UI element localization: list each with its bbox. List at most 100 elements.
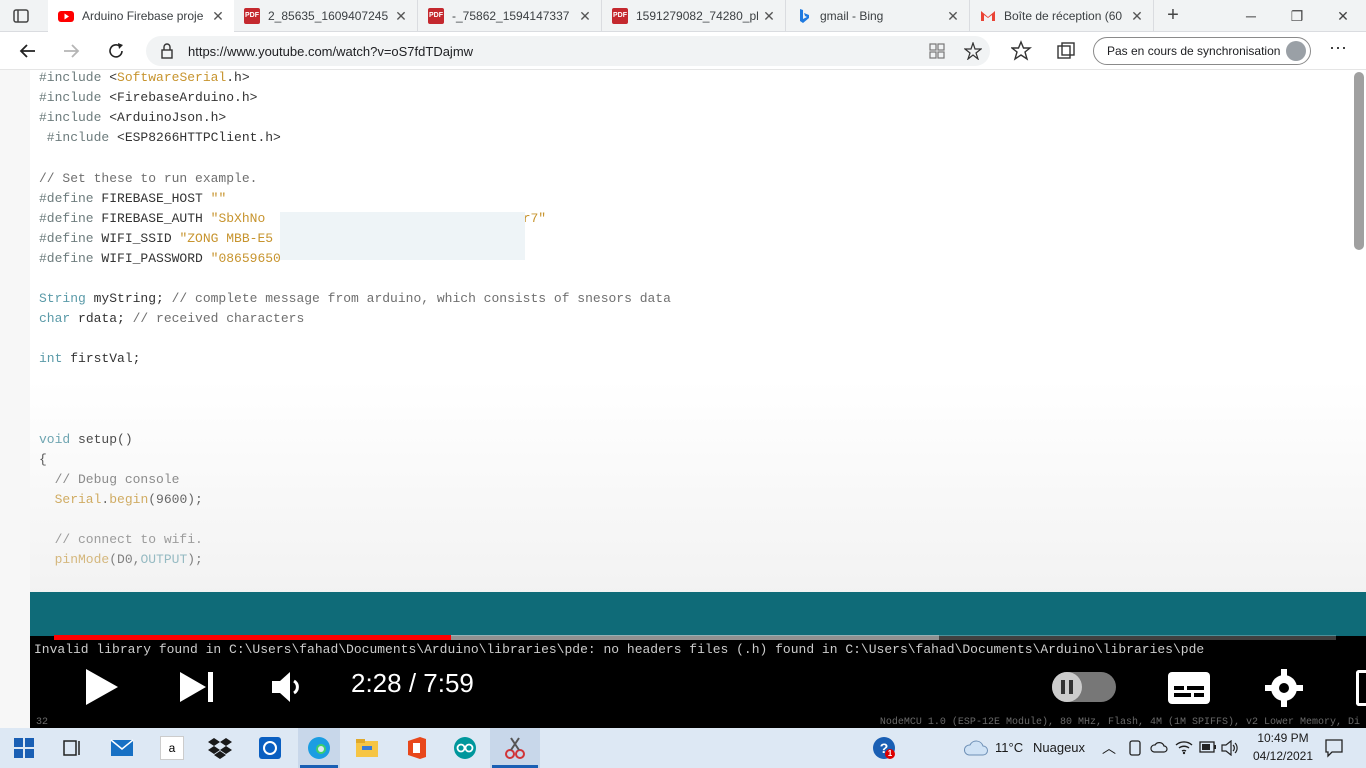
mail-icon[interactable] bbox=[110, 736, 134, 760]
code-token: char bbox=[39, 311, 79, 327]
pdf-icon: PDF bbox=[244, 8, 260, 24]
code-line: char rdata; // received characters bbox=[39, 311, 304, 326]
notification-icon[interactable] bbox=[1324, 738, 1344, 758]
code-line: #include <SoftwareSerial.h> bbox=[39, 70, 250, 85]
help-badge: 1 bbox=[885, 749, 895, 759]
close-window-button[interactable]: ✕ bbox=[1320, 0, 1366, 32]
wifi-icon[interactable] bbox=[1175, 739, 1193, 755]
clock-time[interactable]: 10:49 PM bbox=[1253, 731, 1313, 745]
ide-console: Invalid library found in C:\Users\fahad\… bbox=[30, 636, 1366, 728]
code-token: #define bbox=[39, 230, 102, 246]
office-icon[interactable] bbox=[405, 736, 429, 760]
tab-actions-icon[interactable] bbox=[12, 7, 30, 25]
tab-pdf-1[interactable]: PDF 2_85635_1609407245 ✕ bbox=[234, 0, 418, 32]
tab-label: 2_85635_1609407245 bbox=[268, 9, 389, 23]
code-token: // complete message from arduino, which … bbox=[171, 291, 671, 307]
page-left-margin bbox=[0, 70, 30, 728]
settings-gear-icon[interactable] bbox=[1264, 668, 1304, 708]
code-token: #include bbox=[39, 130, 118, 146]
close-icon[interactable]: ✕ bbox=[575, 8, 595, 25]
favorites-icon[interactable] bbox=[1011, 40, 1033, 62]
code-token: <FirebaseArduino.h> bbox=[109, 90, 258, 106]
next-icon[interactable] bbox=[178, 670, 216, 704]
video-progress-bar[interactable] bbox=[54, 635, 1336, 640]
code-token: #define bbox=[39, 210, 102, 226]
code-token: firstVal; bbox=[70, 351, 141, 367]
minimize-button[interactable]: ─ bbox=[1228, 0, 1274, 32]
forward-icon[interactable] bbox=[60, 40, 82, 62]
code-token: #define bbox=[39, 250, 102, 266]
autoplay-toggle[interactable] bbox=[1052, 672, 1116, 702]
file-explorer-icon[interactable] bbox=[355, 736, 379, 760]
pause-icon bbox=[1069, 680, 1073, 694]
close-icon[interactable]: ✕ bbox=[391, 8, 411, 25]
refresh-icon[interactable] bbox=[105, 40, 127, 62]
dropbox-icon[interactable] bbox=[208, 736, 232, 760]
app-square-icon[interactable] bbox=[258, 736, 282, 760]
video-player[interactable]: #include <SoftwareSerial.h> #include <Fir… bbox=[30, 70, 1366, 728]
tab-label: -_75862_1594147337 bbox=[452, 9, 570, 23]
cloudy-weather-icon[interactable] bbox=[963, 739, 989, 757]
code-token: #include bbox=[39, 70, 110, 85]
device-icon[interactable] bbox=[1128, 740, 1142, 756]
back-icon[interactable] bbox=[17, 40, 39, 62]
add-favorite-icon[interactable] bbox=[964, 42, 982, 60]
page-scrollbar[interactable] bbox=[1354, 72, 1364, 250]
arduino-icon[interactable] bbox=[453, 736, 477, 760]
code-token: #include bbox=[39, 110, 110, 126]
code-token: < bbox=[109, 70, 118, 85]
edge-browser-icon[interactable] bbox=[307, 736, 331, 760]
chevron-up-icon[interactable]: ︿ bbox=[1102, 738, 1116, 758]
tab-bing[interactable]: gmail - Bing ✕ bbox=[786, 0, 970, 32]
code-line: // Set these to run example. bbox=[39, 171, 257, 186]
code-token: #define bbox=[39, 190, 102, 206]
code-line: #include <FirebaseArduino.h> bbox=[39, 90, 257, 105]
code-token: "ZONG MBB-E5 bbox=[179, 230, 274, 246]
snipping-tool-icon[interactable] bbox=[503, 736, 527, 760]
task-view-icon[interactable] bbox=[60, 736, 84, 760]
amazon-icon[interactable]: a bbox=[160, 736, 184, 760]
battery-icon[interactable] bbox=[1199, 741, 1217, 753]
bing-icon bbox=[800, 9, 809, 23]
code-line: #include <ESP8266HTTPClient.h> bbox=[39, 130, 281, 145]
help-icon[interactable]: ? 1 bbox=[873, 737, 895, 759]
clock-date[interactable]: 04/12/2021 bbox=[1249, 749, 1317, 763]
address-bar[interactable]: https://www.youtube.com/watch?v=oS7fdTDa… bbox=[146, 36, 990, 66]
tab-gmail[interactable]: Boîte de réception (60 ✕ bbox=[970, 0, 1154, 32]
console-line-number: 32 bbox=[36, 717, 49, 728]
tab-label: 1591279082_74280_pl bbox=[636, 9, 759, 23]
code-line: #define WIFI_PASSWORD "08659650" bbox=[39, 251, 289, 266]
close-icon[interactable]: ✕ bbox=[208, 8, 228, 25]
code-line: #define WIFI_SSID "ZONG MBB-E5 bbox=[39, 231, 273, 246]
pause-icon bbox=[1061, 680, 1065, 694]
close-icon[interactable]: ✕ bbox=[759, 8, 779, 25]
new-tab-button[interactable]: + bbox=[1162, 4, 1184, 26]
weather-temp[interactable]: 11°C bbox=[995, 740, 1023, 755]
tab-pdf-3[interactable]: PDF 1591279082_74280_pl ✕ bbox=[602, 0, 786, 32]
tab-youtube[interactable]: Arduino Firebase proje ✕ bbox=[48, 0, 234, 32]
close-icon[interactable]: ✕ bbox=[943, 8, 963, 25]
url-text: https://www.youtube.com/watch?v=oS7fdTDa… bbox=[188, 44, 474, 59]
code-token: #include bbox=[39, 90, 110, 106]
app-available-icon[interactable] bbox=[928, 42, 946, 60]
miniplayer-icon[interactable] bbox=[1356, 670, 1366, 706]
speaker-icon[interactable] bbox=[1221, 740, 1239, 756]
code-token: myString; bbox=[93, 291, 172, 307]
volume-icon[interactable] bbox=[270, 670, 302, 704]
sync-status-button[interactable]: Pas en cours de synchronisation bbox=[1093, 37, 1311, 65]
restore-button[interactable]: ❐ bbox=[1274, 0, 1320, 32]
tab-pdf-2[interactable]: PDF -_75862_1594147337 ✕ bbox=[418, 0, 602, 32]
more-icon[interactable]: ⋯ bbox=[1327, 38, 1349, 59]
close-icon[interactable]: ✕ bbox=[1127, 8, 1147, 25]
play-icon[interactable] bbox=[84, 667, 120, 707]
code-token: // Set these to run example. bbox=[39, 170, 258, 186]
subtitles-icon[interactable] bbox=[1167, 671, 1211, 705]
lock-icon bbox=[161, 43, 173, 59]
code-token: SoftwareSerial bbox=[117, 70, 227, 85]
collections-icon[interactable] bbox=[1055, 40, 1077, 62]
weather-text[interactable]: Nuageux bbox=[1033, 740, 1085, 755]
time-display: 2:28 / 7:59 bbox=[351, 668, 474, 698]
onedrive-cloud-icon[interactable] bbox=[1150, 740, 1168, 754]
windows-start-icon[interactable] bbox=[12, 736, 36, 760]
code-token: "" bbox=[210, 190, 227, 206]
